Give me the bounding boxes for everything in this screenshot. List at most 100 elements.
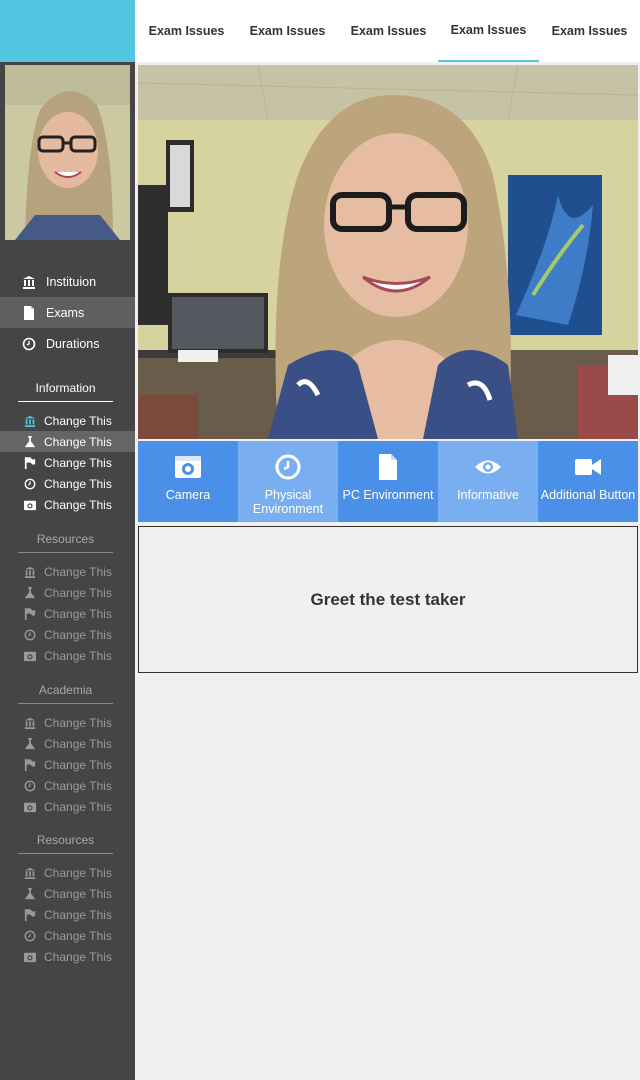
clock-icon (24, 629, 36, 641)
camera-icon (24, 650, 36, 662)
nav-durations[interactable]: Durations (0, 328, 135, 359)
sidebar-item-label: Change This (44, 434, 112, 449)
sidebar-item[interactable]: Change This (0, 733, 135, 754)
bank-icon (24, 717, 36, 729)
physical-environment-button[interactable]: Physical Environment (238, 441, 338, 522)
sidebar-item-label: Change This (44, 585, 112, 600)
additional-button-label: Additional Button (540, 488, 636, 502)
bank-icon (22, 275, 36, 289)
sidebar-item[interactable]: Change This (0, 582, 135, 603)
sidebar-item[interactable]: Change This (0, 796, 135, 817)
camera-icon (24, 801, 36, 813)
bank-icon (24, 566, 36, 578)
tab-exam-issues-active[interactable]: Exam Issues (438, 0, 539, 62)
nav-institution[interactable]: Instituion (0, 266, 135, 297)
action-bar: Camera Physical Environment PC Environme… (138, 441, 638, 522)
sidebar: Instituion Exams Durations Information C… (0, 0, 135, 1080)
flag-icon (24, 456, 36, 469)
sidebar-item[interactable]: Change This (0, 624, 135, 645)
flask-icon (24, 887, 36, 900)
nav-label: Exams (46, 305, 85, 320)
sidebar-item-label: Change This (44, 928, 112, 943)
clock-icon (24, 930, 36, 942)
tab-bar: Exam Issues Exam Issues Exam Issues Exam… (135, 0, 640, 62)
instruction-panel: Greet the test taker (138, 526, 638, 673)
sidebar-item-label: Change This (44, 949, 112, 964)
pc-environment-button[interactable]: PC Environment (338, 441, 438, 522)
sidebar-item[interactable]: Change This (0, 925, 135, 946)
sidebar-item-label: Change This (44, 736, 112, 751)
flask-icon (24, 586, 36, 599)
nav-exams[interactable]: Exams (0, 297, 135, 328)
camera-button-label: Camera (165, 488, 211, 502)
instruction-text: Greet the test taker (310, 589, 466, 609)
sidebar-item[interactable]: Change This (0, 494, 135, 515)
sidebar-item-label: Change This (44, 757, 112, 772)
clock-icon (24, 478, 36, 490)
tab-exam-issues[interactable]: Exam Issues (237, 0, 338, 62)
camera-button[interactable]: Camera (138, 441, 238, 522)
sidebar-item-label: Change This (44, 648, 112, 663)
flag-icon (24, 908, 36, 921)
clock-icon (274, 454, 302, 480)
webcam-video (138, 65, 638, 439)
sidebar-item[interactable]: Change This (0, 603, 135, 624)
clock-icon (24, 780, 36, 792)
sidebar-item-label: Change This (44, 497, 112, 512)
logo-bar (0, 0, 135, 62)
sidebar-item[interactable]: Change This (0, 775, 135, 796)
bank-icon (24, 415, 36, 427)
sidebar-item-label: Change This (44, 606, 112, 621)
sidebar-item[interactable]: Change This (0, 754, 135, 775)
sidebar-item[interactable]: Change This (0, 645, 135, 666)
video-camera-icon (574, 454, 602, 480)
section-heading-academia: Academia (18, 683, 113, 704)
camera-icon (24, 951, 36, 963)
flag-icon (24, 607, 36, 620)
sidebar-item-label: Change This (44, 476, 112, 491)
document-icon (374, 454, 402, 480)
sidebar-item-label: Change This (44, 413, 112, 428)
sidebar-item-label: Change This (44, 865, 112, 880)
tab-exam-issues[interactable]: Exam Issues (136, 0, 237, 62)
sidebar-item[interactable]: Change This (0, 561, 135, 582)
sidebar-item-label: Change This (44, 778, 112, 793)
sidebar-item-label: Change This (44, 564, 112, 579)
sidebar-item[interactable]: Change This (0, 431, 135, 452)
clock-icon (22, 337, 36, 351)
additional-button[interactable]: Additional Button (538, 441, 638, 522)
bank-icon (24, 867, 36, 879)
section-heading-resources: Resources (18, 532, 113, 553)
camera-icon (24, 499, 36, 511)
sidebar-item-label: Change This (44, 907, 112, 922)
eye-icon (474, 454, 502, 480)
sidebar-item[interactable]: Change This (0, 452, 135, 473)
nav-label: Instituion (46, 274, 97, 289)
sidebar-item[interactable]: Change This (0, 946, 135, 967)
sidebar-item[interactable]: Change This (0, 904, 135, 925)
webcam-thumbnail (5, 65, 130, 240)
sidebar-item[interactable]: Change This (0, 862, 135, 883)
tab-exam-issues[interactable]: Exam Issues (338, 0, 439, 62)
nav-label: Durations (46, 336, 100, 351)
informative-label: Informative (457, 488, 519, 502)
sidebar-item-label: Change This (44, 715, 112, 730)
informative-button[interactable]: Informative (438, 441, 538, 522)
sidebar-item-label: Change This (44, 455, 112, 470)
sidebar-item[interactable]: Change This (0, 473, 135, 494)
tab-exam-issues[interactable]: Exam Issues (539, 0, 640, 62)
sidebar-item-label: Change This (44, 799, 112, 814)
physical-environment-label: Physical Environment (252, 488, 324, 516)
sidebar-item[interactable]: Change This (0, 883, 135, 904)
flag-icon (24, 758, 36, 771)
pc-environment-label: PC Environment (342, 488, 434, 502)
sidebar-item[interactable]: Change This (0, 410, 135, 431)
sidebar-item-label: Change This (44, 627, 112, 642)
section-heading-resources-2: Resources (18, 833, 113, 854)
flask-icon (24, 435, 36, 448)
section-heading-information: Information (18, 381, 113, 402)
sidebar-item[interactable]: Change This (0, 712, 135, 733)
sidebar-item-label: Change This (44, 886, 112, 901)
camera-icon (174, 454, 202, 480)
document-icon (22, 305, 36, 320)
